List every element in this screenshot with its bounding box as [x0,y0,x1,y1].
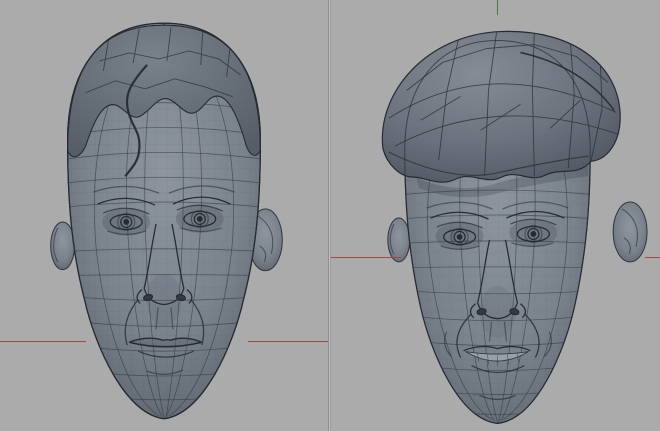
viewport-split-layout [0,0,660,431]
viewport-right-head-beret[interactable] [331,0,660,431]
wireframe-head-icon [0,0,328,431]
ear-left [51,222,75,270]
ear-left [388,218,410,262]
wireframe-head-beret-icon [331,0,660,431]
head-mesh [58,15,273,425]
viewport-left-head[interactable] [0,0,328,431]
ear-right [613,202,647,262]
